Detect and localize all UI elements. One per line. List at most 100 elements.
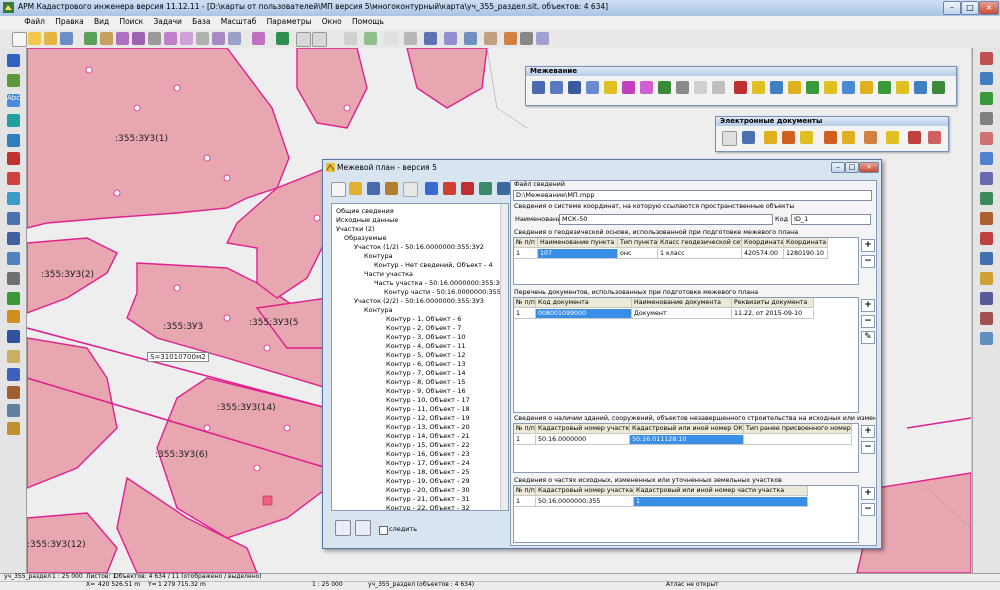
tree-plots[interactable]: Участки (2) [336,225,375,233]
col-header[interactable]: Координата Y [784,238,828,248]
abc-text-icon[interactable]: Abc [7,94,20,107]
parts-add-button[interactable]: + [861,487,875,500]
tool-r14-icon[interactable] [980,312,993,325]
tool-r11-icon[interactable] [980,252,993,265]
col-header[interactable]: Реквизиты документа [732,298,814,308]
mz-tool-15-icon[interactable] [788,81,801,94]
col-header[interactable]: № п/п [514,486,536,496]
cell[interactable]: 1280190.10 [784,249,828,259]
ed-tool-3-icon[interactable] [764,131,777,144]
menu-tasks[interactable]: Задачи [149,16,186,27]
plan-tree[interactable]: Общие сведения Исходные данные Участки (… [331,203,509,511]
ed-tool-7-icon[interactable] [842,131,855,144]
buildings-add-button[interactable]: + [861,425,875,438]
open-folder-icon[interactable] [28,32,41,45]
follow-checkbox[interactable] [379,526,388,535]
col-header[interactable]: № п/п [514,424,536,434]
pointer-icon[interactable] [148,32,161,45]
tool-r12-icon[interactable] [980,272,993,285]
transform-icon[interactable] [7,310,20,323]
buildings-remove-button[interactable]: − [861,441,875,454]
col-header[interactable]: Тип ранее присвоенного номера [744,424,852,434]
tree-contour-item[interactable]: Контур - 3, Объект - 10 [386,333,466,341]
tree-contours[interactable]: Контура [364,252,393,260]
mz-tool-18-icon[interactable] [842,81,855,94]
ed-tool-9-icon[interactable] [886,131,899,144]
arrow-icon[interactable] [384,32,397,45]
tool-r13-icon[interactable] [980,292,993,305]
menu-view[interactable]: Вид [90,16,113,27]
mz-tool-5-icon[interactable] [604,81,617,94]
cell[interactable]: 1 [514,249,538,259]
mz-tool-22-icon[interactable] [914,81,927,94]
tree-contour-item[interactable]: Контур - 18, Объект - 25 [386,468,470,476]
tree-contour-item[interactable]: Контур - 1, Объект - 6 [386,315,461,323]
col-header[interactable]: Кадастровый номер участка [536,486,634,496]
cell-selected[interactable]: 1 [634,497,808,507]
col-header[interactable]: Кадастровый или иной номер части участка [634,486,808,496]
layers-icon[interactable] [84,32,97,45]
select-area-icon[interactable] [7,212,20,225]
tool-r6-icon[interactable] [980,152,993,165]
tool-r3-icon[interactable] [980,92,993,105]
tree-contour-item[interactable]: Контур - 7, Объект - 14 [386,369,466,377]
dlg-blank-icon[interactable] [403,182,418,197]
draw-arc-icon[interactable] [7,134,20,147]
measure-icon[interactable] [424,32,437,45]
layer-edit-icon[interactable] [100,32,113,45]
tree-contour-item[interactable]: Контур - 20, Объект - 30 [386,486,470,494]
tool-r15-icon[interactable] [980,332,993,345]
node-icon[interactable] [7,292,20,305]
tree-contour-item[interactable]: Контур - 10, Объект - 17 [386,396,470,404]
zoom-one-icon[interactable] [328,32,341,45]
edit-contour-icon[interactable] [196,32,209,45]
tool-r10-icon[interactable] [980,232,993,245]
pencil-icon[interactable] [132,32,145,45]
export-icon[interactable] [7,404,20,417]
ed-tool-4-icon[interactable] [782,131,795,144]
brush-icon[interactable] [252,32,265,45]
zoom-out-tree-icon[interactable] [355,520,371,536]
tree-part-contour[interactable]: Контур части - 50:16.0000000:355:ЗУ2 [384,288,508,296]
cell[interactable]: 11.22, от 2015-09-10 [732,309,814,319]
tool-r1-icon[interactable] [980,52,993,65]
mz-tool-2-icon[interactable] [550,81,563,94]
menu-search[interactable]: Поиск [115,16,147,27]
tree-contour-item[interactable]: Контур - 5, Объект - 12 [386,351,466,359]
menu-parameters[interactable]: Параметры [263,16,316,27]
geodetic-grid[interactable]: № п/п Наименование пункта Тип пункта Кла… [513,237,859,285]
edit-line-icon[interactable] [228,32,241,45]
dlg-new-icon[interactable] [331,182,346,197]
geodetic-remove-button[interactable]: − [861,255,875,268]
cut-icon[interactable] [7,272,20,285]
mz-tool-20-icon[interactable] [878,81,891,94]
ed-tool-11-icon[interactable] [928,131,941,144]
dlg-xml-icon[interactable] [497,182,510,195]
tree-contour-item[interactable]: Контур - 17, Объект - 24 [386,459,470,467]
select-icon[interactable] [116,32,129,45]
tool-r7-icon[interactable] [980,172,993,185]
maximize-button[interactable]: □ [961,1,979,15]
tree-contour-item[interactable]: Контур - 11, Объект - 18 [386,405,470,413]
mz-tool-16-icon[interactable] [806,81,819,94]
tree-contour-item[interactable]: Контур - 2, Объект - 7 [386,324,461,332]
cell[interactable]: 1 [514,309,536,319]
draw-vector-icon[interactable] [7,114,20,127]
tree-contour-item[interactable]: Контур - 14, Объект - 21 [386,432,470,440]
close-button[interactable]: × [979,1,999,15]
parcel-icon[interactable] [7,386,20,399]
cross-icon[interactable] [7,172,20,185]
tree-contour-item[interactable]: Контур - 8, Объект - 15 [386,378,466,386]
dialog-minimize-button[interactable]: – [831,162,845,173]
tool-r9-icon[interactable] [980,212,993,225]
mz-tool-21-icon[interactable] [896,81,909,94]
tree-contour-item[interactable]: Контур - 12, Объект - 19 [386,414,470,422]
documents-remove-button[interactable]: − [861,315,875,328]
cell-selected[interactable]: 50:16:011128:10 [630,435,744,445]
menu-icon[interactable] [0,22,18,24]
tool-r5-icon[interactable] [980,132,993,145]
col-header[interactable]: Наименование документа [632,298,732,308]
tree-formed[interactable]: Образуемые [344,234,387,242]
paint-icon[interactable] [504,32,517,45]
cell[interactable]: 50:16.0000000 [536,435,630,445]
